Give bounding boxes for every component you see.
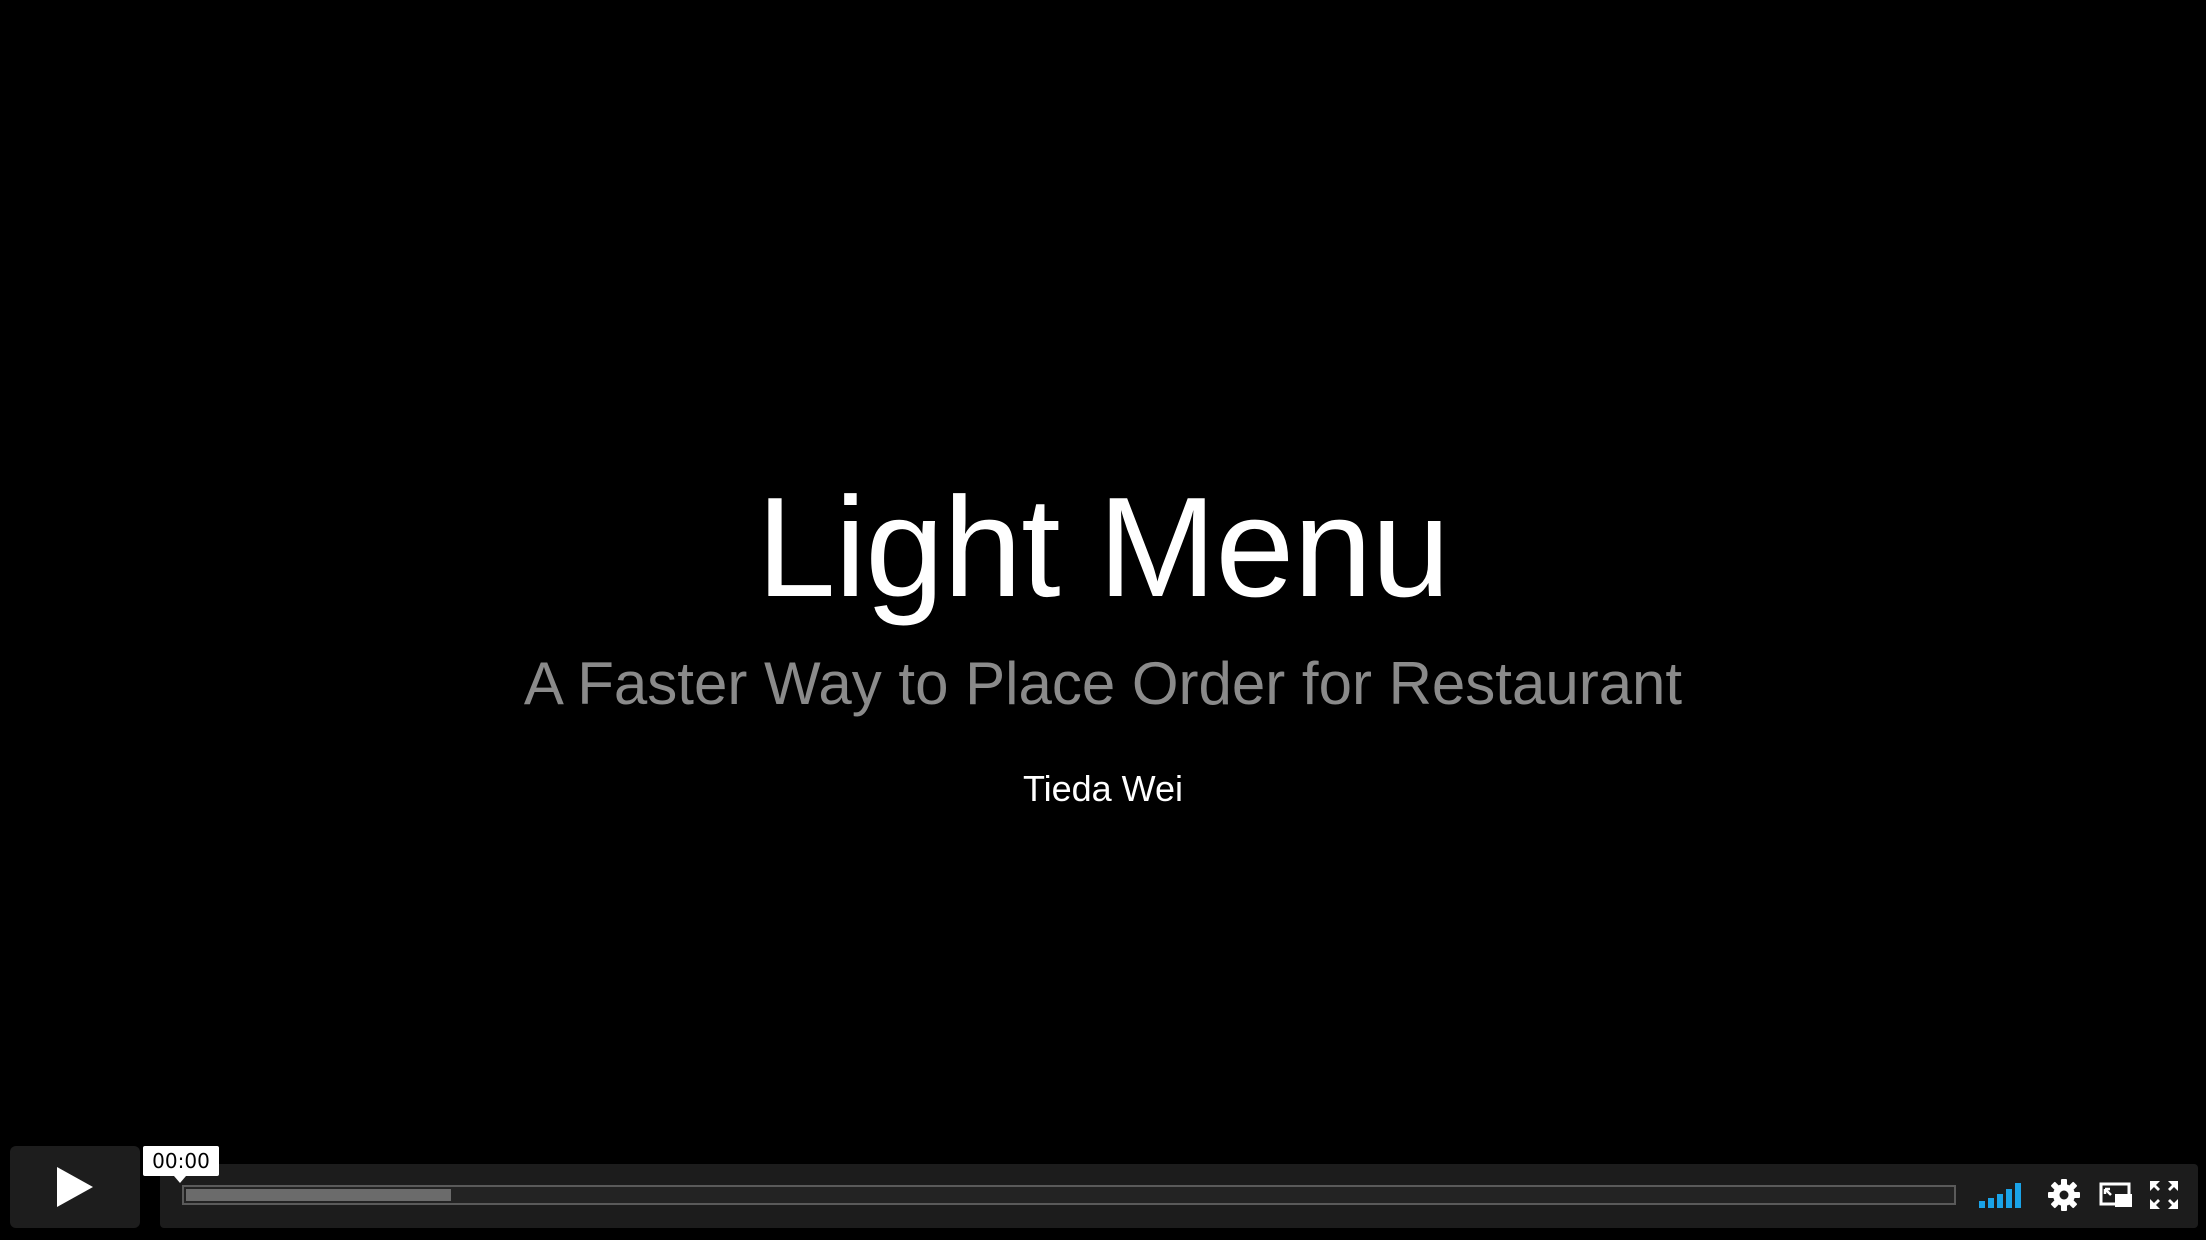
fullscreen-icon [2150,1181,2178,1209]
progress-bar[interactable] [182,1185,1956,1205]
tooltip-arrow [174,1176,186,1183]
settings-button[interactable] [2046,1178,2082,1212]
slide-author: Tieda Wei [1022,768,1184,809]
current-time-tooltip: 00:00 [143,1146,219,1176]
gear-icon [2048,1179,2080,1211]
play-icon [57,1167,93,1207]
buffer-fill [186,1189,451,1201]
volume-icon [1979,1183,2021,1208]
slide-title: Light Menu [756,468,1451,627]
volume-button[interactable] [1976,1178,2028,1212]
slide-subtitle: A Faster Way to Place Order for Restaura… [523,650,1683,717]
play-button[interactable] [10,1146,140,1228]
video-player[interactable]: Light Menu A Faster Way to Place Order f… [0,0,2206,1240]
fullscreen-button[interactable] [2146,1178,2182,1212]
pip-button[interactable] [2098,1178,2134,1212]
picture-in-picture-icon [2099,1182,2132,1207]
